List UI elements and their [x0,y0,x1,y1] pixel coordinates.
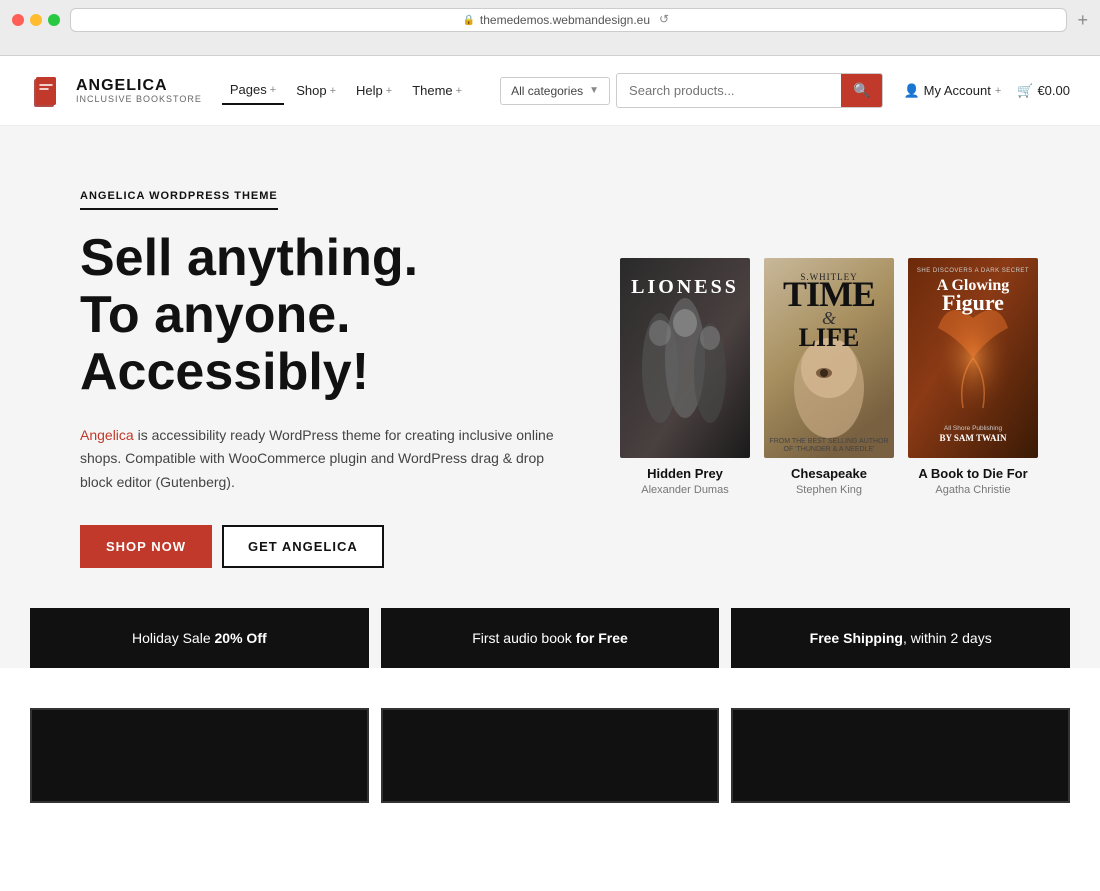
book-title-1: Hidden Prey [647,466,723,481]
book-cover-1[interactable]: LIONESS [620,258,750,458]
hero-line3: Accessibly! [80,344,580,401]
search-wrap: 🔍 [616,73,883,108]
promo-bar: Holiday Sale 20% Off First audio book fo… [0,608,1100,668]
new-tab-button[interactable]: + [1077,10,1088,31]
nav-right: 👤 My Account + 🛒 €0.00 [903,83,1070,99]
book-card-2: S.WHITLEY TIME & LIFE FROM THE BEST SELL… [764,258,894,496]
hero-text: ANGELICA WORDPRESS THEME Sell anything. … [80,186,580,568]
svg-text:SHE DISCOVERS A DARK SECRET: SHE DISCOVERS A DARK SECRET [917,268,1029,274]
promo-bold-3: Free Shipping [810,630,903,646]
logo-text: ANGELICA INCLUSIVE BOOKSTORE [76,78,202,104]
account-icon: 👤 [903,83,919,99]
account-button[interactable]: 👤 My Account + [903,83,1001,99]
nav-theme[interactable]: Theme + [404,77,470,104]
reload-icon[interactable]: ↺ [659,12,675,28]
thumbnail-1[interactable] [30,708,369,803]
hero-description: Angelica is accessibility ready WordPres… [80,424,580,495]
website: ANGELICA INCLUSIVE BOOKSTORE Pages + Sho… [0,56,1100,891]
search-icon: 🔍 [853,82,870,98]
book-author-1: Alexander Dumas [641,484,728,496]
book-cover-3[interactable]: SHE DISCOVERS A DARK SECRET A Glowing Fi… [908,258,1038,458]
cart-button[interactable]: 🛒 €0.00 [1017,83,1070,99]
search-area: All categories ▼ 🔍 [500,73,883,108]
book-time-cover: S.WHITLEY TIME & LIFE FROM THE BEST SELL… [764,258,894,458]
browser-chrome: 🔒 themedemos.webmandesign.eu ↺ + [0,0,1100,56]
hero-buttons: SHOP NOW GET ANGELICA [80,525,580,568]
cart-icon: 🛒 [1017,83,1033,99]
promo-bold-1: 20% Off [215,630,267,646]
hero-line1: Sell anything. [80,230,580,287]
thumbnail-2[interactable] [381,708,720,803]
close-button[interactable] [12,14,24,26]
fullscreen-button[interactable] [48,14,60,26]
promo-text-1: Holiday Sale [132,630,215,646]
shop-now-button[interactable]: SHOP NOW [80,525,212,568]
category-label: All categories [511,84,583,98]
book-glow-cover: SHE DISCOVERS A DARK SECRET A Glowing Fi… [908,258,1038,458]
thumbnail-row [0,688,1100,803]
book-lioness-cover: LIONESS [620,258,750,458]
logo-name: ANGELICA [76,78,202,94]
hero-section: ANGELICA WORDPRESS THEME Sell anything. … [0,126,1100,608]
hero-headline: Sell anything. To anyone. Accessibly! [80,230,580,402]
category-dropdown[interactable]: All categories ▼ [500,77,610,105]
promo-text-3: , within 2 days [903,630,992,646]
promo-bold-2: for Free [576,630,628,646]
book-card-3: SHE DISCOVERS A DARK SECRET A Glowing Fi… [908,258,1038,496]
promo-item-3: Free Shipping, within 2 days [731,608,1070,668]
svg-text:FROM THE BEST SELLING AUTHOR: FROM THE BEST SELLING AUTHOR [769,438,888,445]
svg-text:LIFE: LIFE [799,323,860,352]
hero-desc-text: is accessibility ready WordPress theme f… [80,427,554,491]
promo-item-2: First audio book for Free [381,608,720,668]
svg-text:BY SAM TWAIN: BY SAM TWAIN [939,433,1007,443]
book-author-3: Agatha Christie [935,484,1010,496]
book-author-2: Stephen King [796,484,862,496]
svg-text:Figure: Figure [942,290,1004,315]
hero-eyebrow: ANGELICA WORDPRESS THEME [80,190,278,210]
logo-area: ANGELICA INCLUSIVE BOOKSTORE [30,73,202,109]
cart-total: €0.00 [1037,83,1070,98]
nav-pages[interactable]: Pages + [222,76,284,105]
book-title-3: A Book to Die For [918,466,1027,481]
nav-links: Pages + Shop + Help + Theme + [222,76,470,105]
promo-item-1: Holiday Sale 20% Off [30,608,369,668]
nav-shop[interactable]: Shop + [288,77,344,104]
book-title-2: Chesapeake [791,466,867,481]
address-bar[interactable]: 🔒 themedemos.webmandesign.eu ↺ [70,8,1067,32]
account-label: My Account [924,83,991,98]
hero-line2: To anyone. [80,287,580,344]
nav-help[interactable]: Help + [348,77,400,104]
svg-text:All Shore Publishing: All Shore Publishing [944,425,1003,432]
minimize-button[interactable] [30,14,42,26]
svg-text:LIONESS: LIONESS [631,276,739,298]
traffic-lights [12,14,60,26]
get-angelica-button[interactable]: GET ANGELICA [222,525,384,568]
logo-icon [30,73,66,109]
chevron-down-icon: ▼ [589,85,599,96]
navbar: ANGELICA INCLUSIVE BOOKSTORE Pages + Sho… [0,56,1100,126]
angelica-link[interactable]: Angelica [80,427,134,443]
book-card-1: LIONESS Hidden Prey Alexander Dumas [620,258,750,496]
url-text: themedemos.webmandesign.eu [480,13,650,27]
lock-icon: 🔒 [462,15,474,26]
svg-text:OF 'THUNDER & A NEEDLE': OF 'THUNDER & A NEEDLE' [784,446,875,453]
thumbnail-3[interactable] [731,708,1070,803]
search-input[interactable] [617,76,841,105]
promo-text-2: First audio book [472,630,576,646]
search-button[interactable]: 🔍 [841,74,882,107]
book-cover-2[interactable]: S.WHITLEY TIME & LIFE FROM THE BEST SELL… [764,258,894,458]
hero-books: LIONESS Hidden Prey Alexander Dumas [620,258,1038,496]
logo-subtitle: INCLUSIVE BOOKSTORE [76,94,202,104]
